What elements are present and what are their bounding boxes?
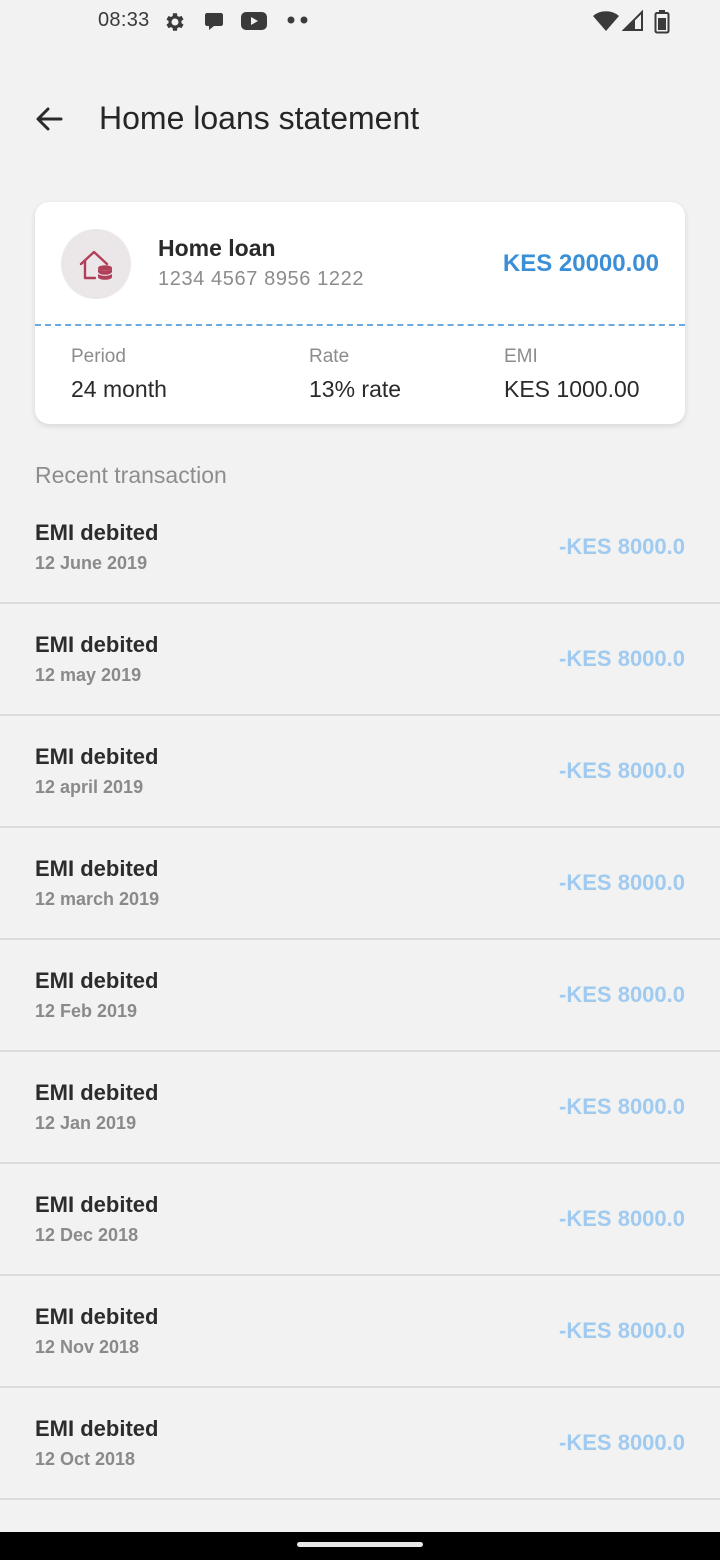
transaction-amount: -KES 8000.0: [559, 1206, 685, 1231]
transaction-title: EMI debited: [35, 968, 159, 993]
home-loan-icon: [79, 250, 113, 280]
transaction-date: 12 march 2019: [35, 889, 160, 909]
transaction-amount: -KES 8000.0: [559, 982, 685, 1007]
card-divider: [35, 324, 685, 326]
transaction-date: 12 Feb 2019: [35, 1001, 138, 1021]
rate-value: 13% rate: [309, 376, 402, 402]
recent-transactions-title: Recent transaction: [35, 462, 227, 488]
gear-icon: [163, 10, 187, 34]
transaction-amount: -KES 8000.0: [559, 534, 685, 559]
transaction-row[interactable]: EMI debited 12 may 2019 -KES 8000.0: [0, 604, 720, 716]
transaction-date: 12 Jan 2019: [35, 1113, 137, 1133]
transaction-title: EMI debited: [35, 520, 159, 545]
transaction-row[interactable]: EMI debited 12 Nov 2018 -KES 8000.0: [0, 1276, 720, 1388]
period-value: 24 month: [71, 376, 167, 402]
transaction-title: EMI debited: [35, 632, 159, 657]
transaction-title: EMI debited: [35, 1080, 159, 1105]
transaction-amount: -KES 8000.0: [559, 1094, 685, 1119]
chat-bubble-icon: [202, 10, 226, 34]
transaction-amount: -KES 8000.0: [559, 646, 685, 671]
transaction-amount: -KES 8000.0: [559, 758, 685, 783]
emi-value: KES 1000.00: [504, 376, 640, 402]
transaction-amount: -KES 8000.0: [559, 1430, 685, 1455]
status-time: 08:33: [98, 9, 150, 31]
transaction-title: EMI debited: [35, 1416, 159, 1441]
youtube-icon: [240, 10, 268, 32]
transaction-title: EMI debited: [35, 744, 159, 769]
transaction-date: 12 June 2019: [35, 553, 148, 573]
transaction-amount: -KES 8000.0: [559, 1318, 685, 1343]
rate-label: Rate: [309, 346, 350, 367]
period-label: Period: [71, 346, 126, 367]
transaction-date: 12 Oct 2018: [35, 1449, 136, 1469]
app-bar: Home loans statement: [0, 80, 720, 160]
transaction-row[interactable]: EMI debited 12 Oct 2018 -KES 8000.0: [0, 1388, 720, 1500]
back-button[interactable]: [26, 96, 72, 142]
transaction-amount: -KES 8000.0: [559, 870, 685, 895]
transaction-row[interactable]: EMI debited 12 march 2019 -KES 8000.0: [0, 828, 720, 940]
period-info: Period 24 month: [71, 346, 167, 403]
transaction-title: EMI debited: [35, 856, 159, 881]
emi-label: EMI: [504, 346, 538, 367]
loan-avatar: [61, 229, 131, 299]
loan-name: Home loan: [158, 235, 276, 261]
transaction-title: EMI debited: [35, 1304, 159, 1329]
transaction-title: EMI debited: [35, 1192, 159, 1217]
transaction-row[interactable]: EMI debited 12 april 2019 -KES 8000.0: [0, 716, 720, 828]
wifi-icon: [592, 10, 620, 32]
transaction-row[interactable]: EMI debited 12 Feb 2019 -KES 8000.0: [0, 940, 720, 1052]
arrow-left-icon: [36, 107, 63, 131]
emi-info: EMI KES 1000.00: [504, 346, 640, 403]
loan-account-number: 1234 4567 8956 1222: [158, 268, 365, 290]
transaction-row[interactable]: EMI debited 12 Dec 2018 -KES 8000.0: [0, 1164, 720, 1276]
status-bar: 08:33: [0, 0, 720, 42]
battery-icon: [654, 10, 670, 34]
transaction-date: 12 april 2019: [35, 777, 144, 797]
transaction-date: 12 Dec 2018: [35, 1225, 139, 1245]
more-dots-icon: [286, 14, 310, 26]
page-title: Home loans statement: [99, 100, 420, 136]
transaction-row[interactable]: EMI debited 12 June 2019 -KES 8000.0: [0, 492, 720, 604]
loan-summary-card[interactable]: Home loan 1234 4567 8956 1222 KES 20000.…: [35, 202, 685, 424]
transaction-date: 12 may 2019: [35, 665, 142, 685]
rate-info: Rate 13% rate: [309, 346, 401, 403]
transaction-list: EMI debited 12 June 2019 -KES 8000.0 EMI…: [0, 492, 720, 1500]
transaction-date: 12 Nov 2018: [35, 1337, 140, 1357]
loan-amount: KES 20000.00: [502, 250, 659, 277]
signal-icon: [622, 10, 644, 32]
home-gesture-handle[interactable]: [297, 1542, 423, 1547]
system-nav-bar: [0, 1532, 720, 1560]
transaction-row[interactable]: EMI debited 12 Jan 2019 -KES 8000.0: [0, 1052, 720, 1164]
